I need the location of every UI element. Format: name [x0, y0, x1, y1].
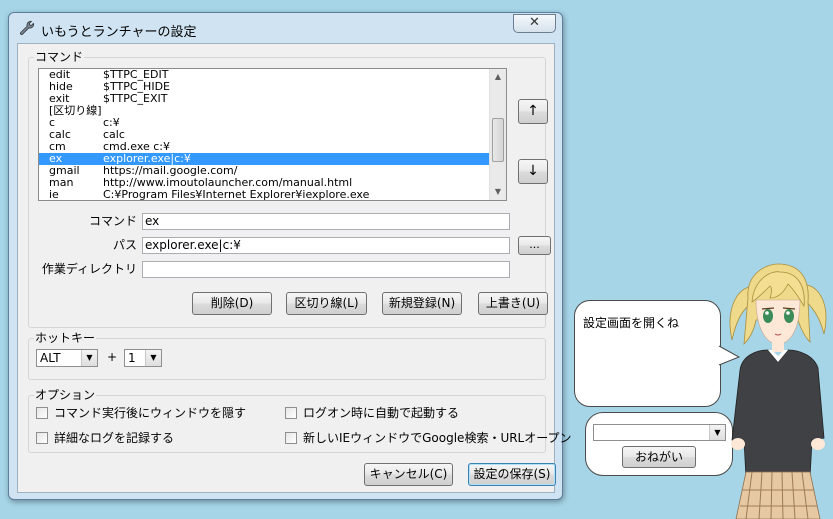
- hotkey-group-label: ホットキー: [34, 331, 97, 345]
- settings-window: いもうとランチャーの設定 ✕ コマンド edit $TTPC_EDIT hide $T…: [8, 12, 572, 500]
- chevron-down-icon[interactable]: ▼: [145, 350, 161, 366]
- move-down-button[interactable]: ↓: [518, 159, 548, 184]
- command-list[interactable]: edit $TTPC_EDIT hide $TTPC_HIDE exit $TTPC_EX…: [38, 68, 507, 201]
- command-group-label: コマンド: [34, 50, 85, 64]
- hide-after-exec-checkbox[interactable]: コマンド実行後にウィンドウを隠す: [36, 407, 246, 420]
- request-input[interactable]: ▼: [593, 424, 726, 441]
- window-title: いもうとランチャーの設定: [41, 25, 197, 40]
- title-bar[interactable]: いもうとランチャーの設定 ✕: [9, 13, 562, 43]
- checkbox-icon[interactable]: [285, 432, 297, 444]
- scroll-thumb[interactable]: [492, 118, 504, 162]
- checkbox-icon[interactable]: [36, 407, 48, 419]
- new-ie-window-checkbox[interactable]: 新しいIEウィンドウでGoogle検索・URLオープン: [285, 432, 572, 445]
- options-group-label: オプション: [34, 388, 97, 402]
- speech-text: 設定画面を開くね: [583, 316, 680, 330]
- separator-button[interactable]: 区切り線(L): [286, 292, 367, 315]
- speech-bubble: 設定画面を開くね: [574, 300, 721, 407]
- scroll-down-arrow-icon[interactable]: ▼: [490, 184, 506, 200]
- new-register-button[interactable]: 新規登録(N): [382, 292, 462, 315]
- command-path: $TTPC_EXIT: [103, 92, 168, 105]
- wrench-icon: [20, 20, 34, 35]
- overwrite-button[interactable]: 上書き(U): [478, 292, 548, 315]
- hotkey-group: ホットキー ALT ▼ + 1 ▼: [28, 331, 546, 380]
- move-up-button[interactable]: ↑: [518, 99, 548, 124]
- checkbox-icon[interactable]: [36, 432, 48, 444]
- save-settings-button[interactable]: 設定の保存(S): [468, 463, 556, 486]
- verbose-log-checkbox[interactable]: 詳細なログを記録する: [36, 432, 174, 445]
- client-area: コマンド edit $TTPC_EDIT hide $TTPC_HIDE exit $TT…: [17, 43, 572, 493]
- workdir-field[interactable]: [142, 261, 510, 278]
- command-field-label: コマンド: [88, 214, 137, 228]
- delete-button[interactable]: 削除(D): [192, 292, 272, 315]
- path-field[interactable]: explorer.exe|c:¥: [142, 237, 510, 254]
- cancel-button[interactable]: キャンセル(C): [364, 463, 453, 486]
- key-select[interactable]: 1 ▼: [124, 349, 162, 367]
- modifier-select-value: ALT: [40, 351, 61, 365]
- command-list-scrollbar[interactable]: ▲ ▼: [489, 69, 506, 200]
- verbose-log-label: 詳細なログを記録する: [54, 431, 175, 445]
- command-name: [区切り線]: [49, 104, 102, 117]
- modifier-select[interactable]: ALT ▼: [36, 349, 98, 367]
- input-bubble: ▼ おねがい: [585, 412, 733, 476]
- autostart-checkbox[interactable]: ログオン時に自動で起動する: [285, 407, 459, 420]
- command-list-item[interactable]: ie C:¥Program Files¥Internet Explorer¥iex…: [39, 189, 491, 201]
- options-group: オプション コマンド実行後にウィンドウを隠す ログオン時に自動で起動する 詳細な…: [28, 388, 572, 453]
- scroll-up-arrow-icon[interactable]: ▲: [490, 69, 506, 85]
- path-field-label: パス: [112, 238, 137, 252]
- hide-after-exec-label: コマンド実行後にウィンドウを隠す: [54, 406, 247, 420]
- autostart-label: ログオン時に自動で起動する: [303, 406, 460, 420]
- command-field[interactable]: ex: [142, 213, 510, 230]
- key-select-value: 1: [128, 351, 136, 365]
- close-button[interactable]: ✕: [513, 14, 556, 33]
- command-list-rows: edit $TTPC_EDIT hide $TTPC_HIDE exit $TTPC_EX…: [39, 69, 491, 201]
- command-list-item[interactable]: exit $TTPC_EXIT: [39, 93, 491, 105]
- browse-button[interactable]: ...: [518, 236, 551, 255]
- command-path: C:¥Program Files¥Internet Explorer¥iexpl…: [103, 188, 370, 201]
- imouto-character-image: [729, 263, 827, 519]
- chevron-down-icon[interactable]: ▼: [81, 350, 97, 366]
- checkbox-icon[interactable]: [285, 407, 297, 419]
- plus-sign: +: [107, 350, 118, 364]
- command-name: ie: [49, 188, 59, 201]
- new-ie-window-label: 新しいIEウィンドウでGoogle検索・URLオープン: [303, 431, 572, 445]
- workdir-field-label: 作業ディレクトリ: [41, 262, 137, 276]
- command-group: コマンド edit $TTPC_EDIT hide $TTPC_HIDE exit $TT…: [28, 50, 551, 328]
- request-button[interactable]: おねがい: [622, 446, 696, 468]
